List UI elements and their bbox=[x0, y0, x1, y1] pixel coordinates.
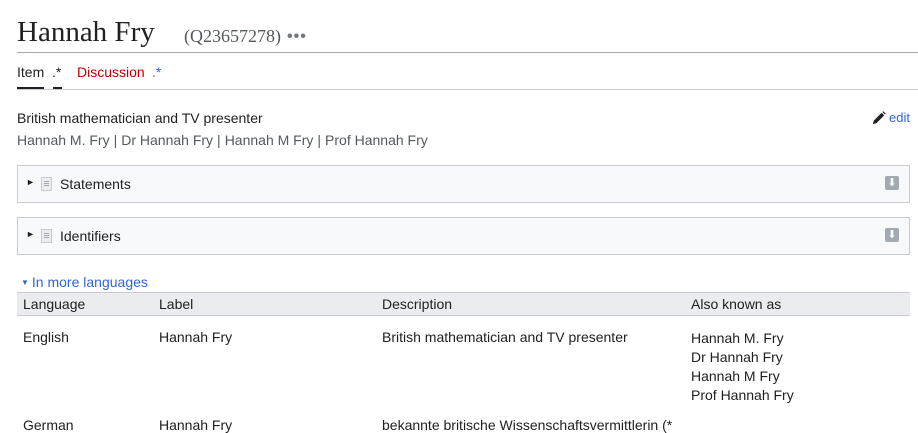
section-label[interactable]: Identifiers bbox=[60, 228, 121, 244]
tab-discussion-suffix[interactable]: .* bbox=[152, 64, 161, 80]
language-cell: English bbox=[23, 329, 69, 345]
item-id: (Q23657278) bbox=[184, 26, 281, 46]
item-description: British mathematician and TV presenter bbox=[17, 110, 263, 126]
title-bar: Hannah Fry (Q23657278) ••• bbox=[17, 14, 918, 53]
edit-label[interactable]: edit bbox=[889, 110, 910, 125]
caret-down-icon: ▼ bbox=[21, 278, 29, 287]
description-cell: British mathematician and TV presenter bbox=[382, 329, 628, 345]
label-cell: Hannah Fry bbox=[159, 329, 233, 345]
column-header-label: Label bbox=[153, 292, 376, 316]
section-identifiers[interactable]: ► Identifiers ⬇ bbox=[17, 217, 910, 255]
tab-discussion[interactable]: Discussion bbox=[77, 64, 145, 80]
alias: Hannah M Fry bbox=[224, 132, 314, 148]
aliases-cell bbox=[685, 417, 910, 433]
label-cell: Hannah Fry bbox=[159, 417, 233, 433]
alias: Prof Hannah Fry bbox=[325, 132, 428, 148]
alias: Hannah M Fry bbox=[691, 368, 780, 384]
more-options-icon[interactable]: ••• bbox=[287, 28, 307, 46]
download-icon[interactable]: ⬇ bbox=[885, 176, 899, 190]
more-languages-toggle[interactable]: ▼ In more languages bbox=[21, 274, 148, 290]
edit-link[interactable]: edit bbox=[872, 110, 910, 125]
alias: Dr Hannah Fry bbox=[121, 132, 214, 148]
table-header-row: Language Label Description Also known as bbox=[17, 292, 910, 316]
section-label[interactable]: Statements bbox=[60, 176, 131, 192]
alias: Hannah M. Fry bbox=[691, 330, 784, 346]
page-title: Hannah Fry bbox=[17, 16, 155, 48]
tab-suffix-underline bbox=[53, 87, 62, 89]
document-icon bbox=[41, 177, 52, 191]
language-cell: German bbox=[23, 417, 74, 433]
alias: Prof Hannah Fry bbox=[691, 387, 794, 403]
description-cell: bekannte britische Wissenschaftsvermittl… bbox=[382, 417, 673, 433]
alias-separator: | bbox=[113, 132, 118, 148]
languages-table: Language Label Description Also known as… bbox=[17, 292, 910, 433]
section-statements[interactable]: ► Statements ⬇ bbox=[17, 165, 910, 203]
alias: Hannah M. Fry bbox=[17, 132, 110, 148]
more-languages-label[interactable]: In more languages bbox=[32, 274, 148, 290]
alias-separator: | bbox=[217, 132, 221, 148]
column-header-description: Description bbox=[376, 292, 685, 316]
pencil-icon bbox=[873, 111, 886, 124]
expand-arrow-icon[interactable]: ► bbox=[26, 229, 35, 239]
alias: Dr Hannah Fry bbox=[691, 349, 783, 365]
tab-item-suffix[interactable]: .* bbox=[52, 64, 61, 80]
table-row: English Hannah Fry British mathematician… bbox=[17, 316, 910, 418]
column-header-language: Language bbox=[17, 292, 153, 316]
tab-item[interactable]: Item bbox=[17, 64, 44, 80]
alias-separator: | bbox=[317, 132, 322, 148]
page-tabs: Item .* Discussion .* bbox=[17, 53, 918, 90]
download-icon[interactable]: ⬇ bbox=[885, 228, 899, 242]
aliases-cell: Hannah M. Fry Dr Hannah Fry Hannah M Fry… bbox=[685, 316, 910, 418]
tab-item-underline bbox=[17, 87, 44, 89]
table-row: German Hannah Fry bekannte britische Wis… bbox=[17, 417, 910, 433]
document-icon bbox=[41, 229, 52, 243]
column-header-aliases: Also known as bbox=[685, 292, 910, 316]
expand-arrow-icon[interactable]: ► bbox=[26, 177, 35, 187]
item-aliases: Hannah M. Fry | Dr Hannah Fry | Hannah M Fry… bbox=[17, 132, 428, 148]
